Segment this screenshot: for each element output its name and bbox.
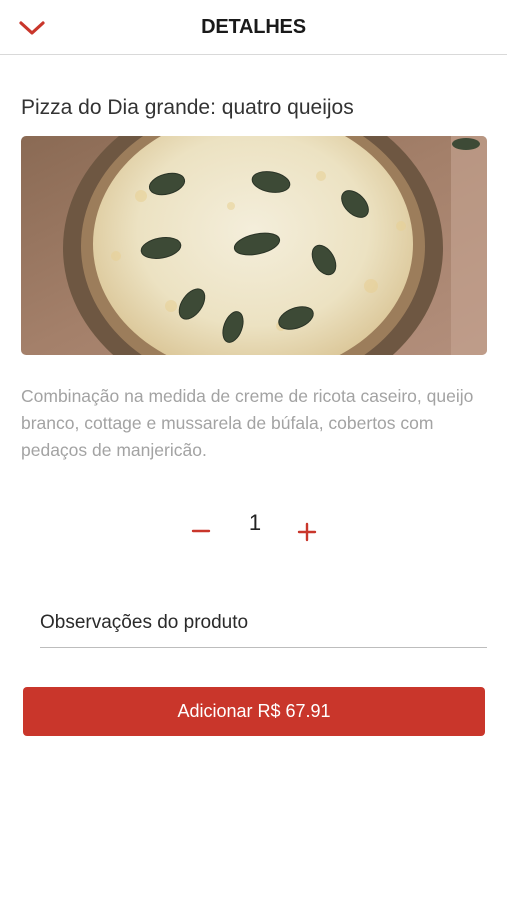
page-title: DETALHES [201, 16, 306, 38]
add-to-cart-button[interactable]: Adicionar R$ 67.91 [23, 687, 485, 736]
quantity-value: 1 [248, 510, 262, 535]
product-title: Pizza do Dia grande: quatro queijos [21, 96, 354, 119]
decrease-quantity-button[interactable] [185, 513, 217, 545]
quantity-stepper: 1 [0, 505, 507, 555]
product-notes-input[interactable] [40, 598, 487, 648]
plus-icon [297, 522, 317, 542]
top-bar: DETALHES [0, 0, 507, 55]
increase-quantity-button[interactable] [291, 515, 323, 547]
minus-icon [191, 529, 211, 533]
product-image [21, 136, 487, 355]
product-description: Combinação na medida de creme de ricota … [21, 386, 474, 460]
